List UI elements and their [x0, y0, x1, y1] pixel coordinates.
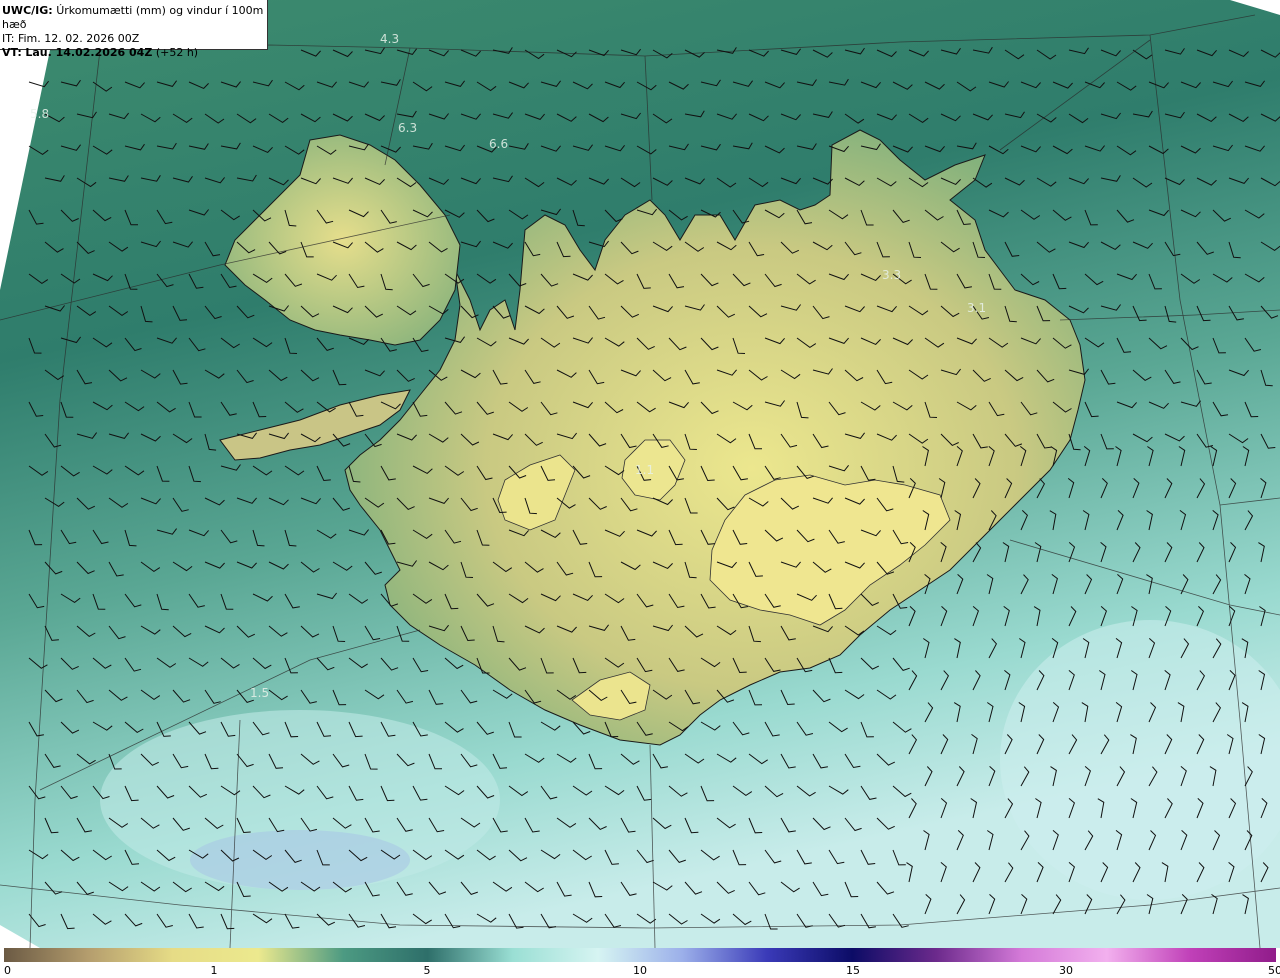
vt-value: Lau. 14.02.2026 04Z	[25, 46, 153, 59]
label-6-6: 6.6	[489, 137, 508, 151]
colorbar-tick-10: 10	[633, 964, 647, 977]
colorbar-tick-50: 50	[1268, 964, 1280, 977]
colorbar-legend: 0 1 5 10 15 30 50	[0, 948, 1280, 978]
label-5-8: 5.8	[30, 107, 49, 121]
vt-offset: (+52 h)	[155, 46, 199, 59]
valid-time-line: VT: Lau. 14.02.2026 04Z (+52 h)	[2, 46, 267, 60]
colorbar-gradient	[4, 948, 1276, 962]
sea-patch-blue	[190, 830, 410, 890]
colorbar-tick-1: 1	[210, 964, 218, 977]
label-3-3: 3.3	[882, 268, 901, 282]
precipitation-wind-map[interactable]: 4.3 5.8 6.3 6.6 3.3 3.1 1.1 1.5	[0, 0, 1280, 948]
init-time-line: IT: Fim. 12. 02. 2026 00Z	[2, 32, 267, 46]
label-1-1: 1.1	[635, 463, 654, 477]
label-1-5: 1.5	[250, 686, 269, 700]
label-3-1: 3.1	[967, 301, 986, 315]
title-line: UWC/IG: Úrkomumætti (mm) og vindur í 100…	[2, 4, 267, 32]
label-6-3: 6.3	[398, 121, 417, 135]
label-4-3: 4.3	[380, 32, 399, 46]
model-label: UWC/IG:	[2, 4, 53, 17]
colorbar-tick-0: 0	[4, 964, 11, 977]
it-value: Fim. 12. 02. 2026 00Z	[17, 32, 140, 45]
it-label: IT:	[2, 32, 15, 45]
map-header: UWC/IG: Úrkomumætti (mm) og vindur í 100…	[0, 0, 268, 59]
vt-label: VT:	[2, 46, 22, 59]
colorbar-tick-5: 5	[423, 964, 431, 977]
colorbar-tick-30: 30	[1059, 964, 1073, 977]
colorbar-tick-15: 15	[846, 964, 860, 977]
